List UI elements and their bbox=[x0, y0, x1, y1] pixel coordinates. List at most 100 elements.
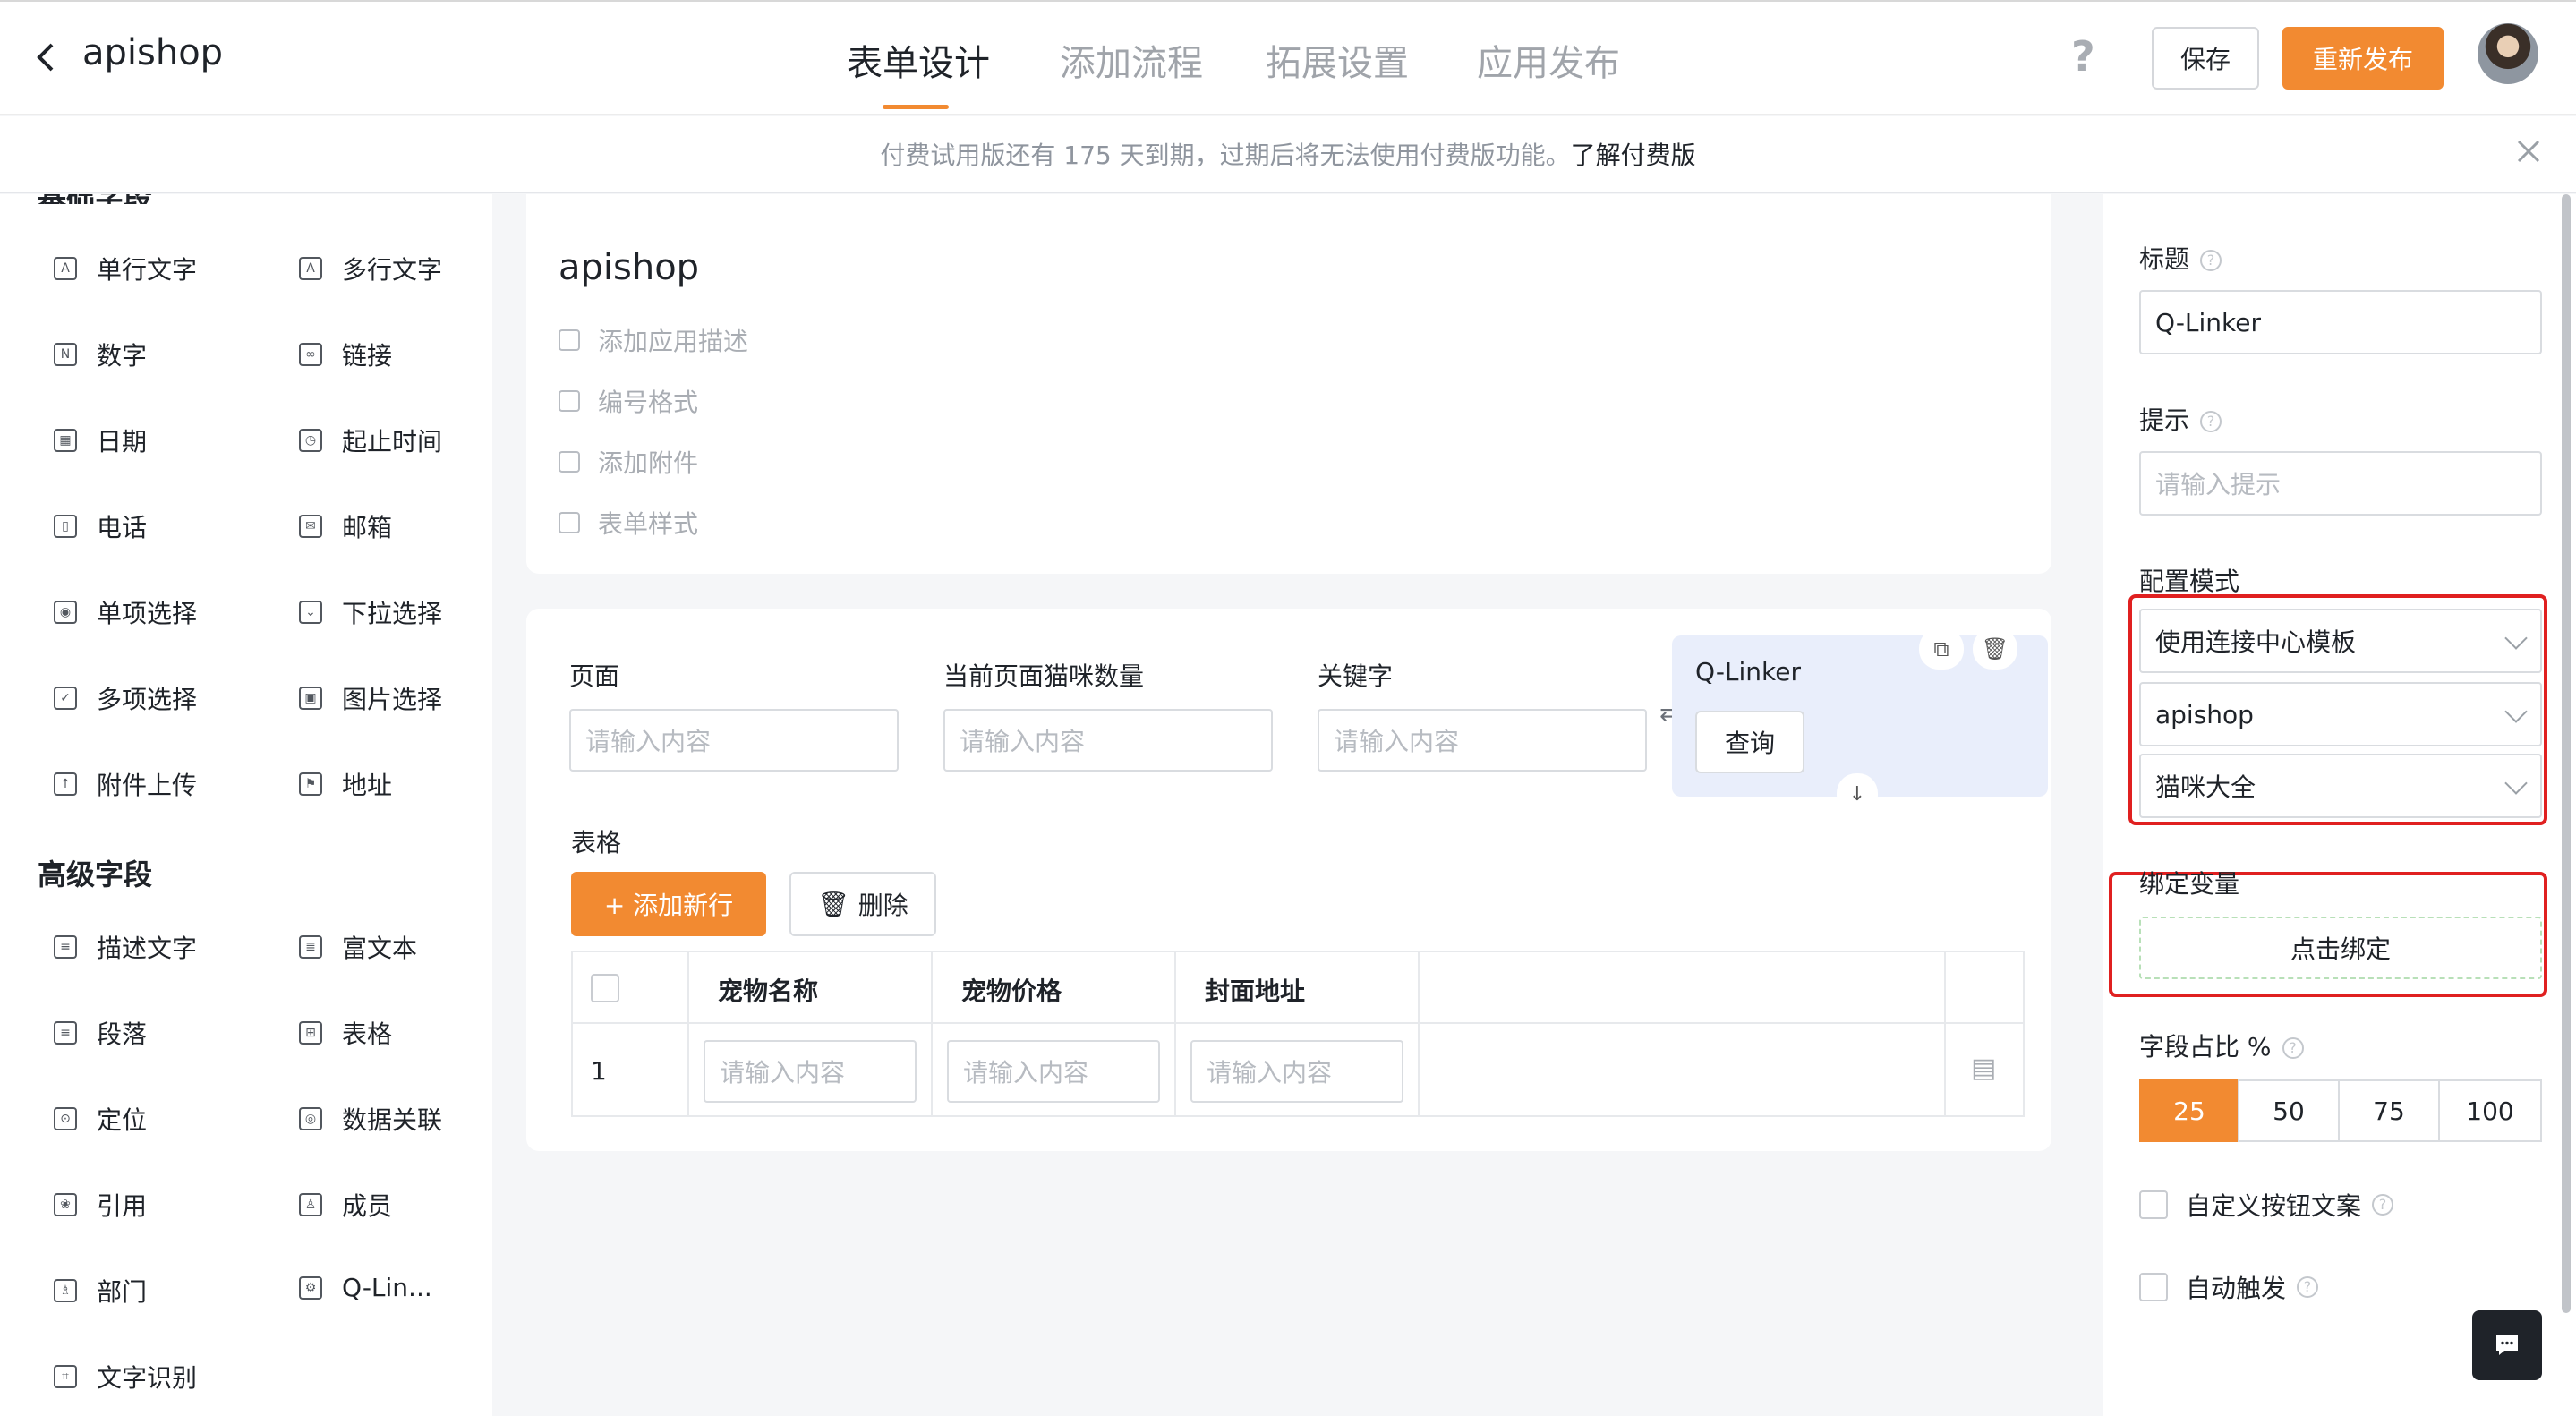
component-label: 富文本 bbox=[342, 934, 418, 963]
copy-icon[interactable]: ⧉ bbox=[1919, 628, 1964, 670]
chat-button[interactable] bbox=[2472, 1310, 2542, 1380]
arrow-down-icon[interactable]: ↓ bbox=[1837, 773, 1878, 815]
component-icon: ≡ bbox=[54, 935, 77, 959]
add-attachment-link[interactable]: 添加附件 bbox=[559, 444, 698, 480]
select-value: apishop bbox=[2155, 699, 2254, 729]
help-circle-icon[interactable]: ? bbox=[2200, 411, 2222, 432]
component-item[interactable]: ▣ 图片选择 bbox=[299, 680, 442, 716]
tab-app-publish[interactable]: 应用发布 bbox=[1477, 34, 1620, 86]
hint-label-text: 提示 bbox=[2139, 405, 2190, 435]
component-item[interactable]: ⌗ 文字识别 bbox=[54, 1359, 197, 1395]
cover-url-cell-input[interactable]: 请输入内容 bbox=[1190, 1040, 1403, 1103]
scrollbar[interactable] bbox=[2562, 194, 2571, 1313]
component-label: 起止时间 bbox=[342, 427, 443, 456]
component-label: 单行文字 bbox=[97, 255, 198, 285]
avatar[interactable] bbox=[2478, 23, 2538, 84]
title-input[interactable]: Q-Linker bbox=[2139, 290, 2542, 354]
component-icon: ⌄ bbox=[299, 601, 322, 624]
help-circle-icon[interactable]: ? bbox=[2200, 250, 2222, 271]
ratio-option-75[interactable]: 75 bbox=[2338, 1079, 2440, 1142]
component-item[interactable]: ◎ 数据关联 bbox=[299, 1101, 442, 1137]
chevron-down-icon bbox=[2504, 700, 2528, 723]
custom-button-text-option[interactable]: 自定义按钮文案? bbox=[2139, 1187, 2394, 1223]
page-input[interactable]: 请输入内容 bbox=[569, 709, 899, 772]
component-item[interactable]: ⊙ 定位 bbox=[54, 1101, 147, 1137]
component-item[interactable]: ❀ 引用 bbox=[54, 1187, 147, 1223]
trash-icon[interactable]: 🗑 bbox=[1973, 628, 2017, 670]
number-format-link[interactable]: 编号格式 bbox=[559, 383, 698, 419]
delete-button[interactable]: 🗑 删除 bbox=[789, 872, 936, 936]
auto-trigger-checkbox[interactable] bbox=[2139, 1273, 2168, 1301]
component-item[interactable]: ♗ 部门 bbox=[54, 1273, 147, 1309]
component-item[interactable]: A 多行文字 bbox=[299, 251, 442, 286]
ratio-option-50[interactable]: 50 bbox=[2238, 1079, 2340, 1142]
component-icon: ▦ bbox=[54, 429, 77, 452]
help-circle-icon[interactable]: ? bbox=[2297, 1276, 2319, 1298]
help-circle-icon[interactable]: ? bbox=[2372, 1194, 2394, 1216]
hint-input[interactable]: 请输入提示 bbox=[2139, 451, 2542, 516]
component-item[interactable]: ⌄ 下拉选择 bbox=[299, 594, 442, 630]
save-button[interactable]: 保存 bbox=[2152, 27, 2259, 90]
component-item[interactable]: ≡ 段落 bbox=[54, 1015, 147, 1051]
pet-price-cell-input[interactable]: 请输入内容 bbox=[947, 1040, 1160, 1103]
component-item[interactable]: ⊞ 表格 bbox=[299, 1015, 392, 1051]
component-icon: ◷ bbox=[299, 429, 322, 452]
add-description-link[interactable]: 添加应用描述 bbox=[559, 322, 748, 358]
component-icon: ▣ bbox=[299, 687, 322, 710]
component-item[interactable]: ≡ 描述文字 bbox=[54, 929, 197, 965]
table-divider bbox=[573, 1022, 2023, 1024]
api-select[interactable]: 猫咪大全 bbox=[2139, 754, 2542, 818]
help-icon[interactable]: ? bbox=[2071, 36, 2102, 77]
form-style-link[interactable]: 表单样式 bbox=[559, 505, 698, 541]
component-item[interactable]: ♙ 成员 bbox=[299, 1187, 392, 1223]
help-circle-icon[interactable]: ? bbox=[2282, 1037, 2304, 1059]
component-panel bbox=[0, 194, 492, 1416]
chevron-down-icon bbox=[2504, 627, 2528, 650]
select-value: 猫咪大全 bbox=[2155, 772, 2256, 802]
field-ratio-label-text: 字段占比 % bbox=[2139, 1032, 2272, 1062]
component-label: 邮箱 bbox=[342, 513, 393, 542]
component-item[interactable]: ▦ 日期 bbox=[54, 422, 147, 458]
tab-extension-settings[interactable]: 拓展设置 bbox=[1266, 34, 1409, 86]
component-icon: A bbox=[54, 257, 77, 280]
table-divider bbox=[1174, 952, 1176, 1115]
connector-select[interactable]: apishop bbox=[2139, 682, 2542, 746]
auto-trigger-option[interactable]: 自动触发? bbox=[2139, 1269, 2319, 1305]
tab-form-design[interactable]: 表单设计 bbox=[847, 34, 990, 86]
component-label: 下拉选择 bbox=[342, 599, 443, 628]
component-item[interactable]: ≣ 富文本 bbox=[299, 929, 417, 965]
component-item[interactable]: ⚙ Q-Lin... bbox=[299, 1273, 432, 1302]
component-item[interactable]: N 数字 bbox=[54, 337, 147, 372]
component-label: 表格 bbox=[342, 1019, 393, 1049]
component-item[interactable]: ⚑ 地址 bbox=[299, 766, 392, 802]
keyword-input[interactable]: 请输入内容 bbox=[1318, 709, 1647, 772]
component-item[interactable]: ↑ 附件上传 bbox=[54, 766, 197, 802]
component-item[interactable]: ✓ 多项选择 bbox=[54, 680, 197, 716]
component-item[interactable]: ∞ 链接 bbox=[299, 337, 392, 372]
table-divider bbox=[687, 952, 689, 1115]
template-select[interactable]: 使用连接中心模板 bbox=[2139, 609, 2542, 673]
tab-add-flow[interactable]: 添加流程 bbox=[1060, 34, 1203, 86]
ratio-option-25[interactable]: 25 bbox=[2139, 1079, 2239, 1142]
cat-count-input[interactable]: 请输入内容 bbox=[943, 709, 1273, 772]
custom-button-text-checkbox[interactable] bbox=[2139, 1190, 2168, 1219]
learn-paid-link[interactable]: 了解付费版 bbox=[1571, 141, 1696, 170]
back-arrow-icon[interactable] bbox=[32, 39, 59, 75]
close-icon[interactable] bbox=[2512, 134, 2546, 168]
add-row-button[interactable]: + 添加新行 bbox=[571, 872, 766, 936]
select-all-checkbox[interactable] bbox=[591, 974, 619, 1002]
row-detail-icon[interactable]: ▤ bbox=[1971, 1053, 1996, 1084]
republish-button[interactable]: 重新发布 bbox=[2282, 27, 2444, 90]
form-title[interactable]: apishop bbox=[559, 247, 699, 288]
component-item[interactable]: ◷ 起止时间 bbox=[299, 422, 442, 458]
bind-variable-button[interactable]: 点击绑定 bbox=[2139, 917, 2542, 979]
component-label: 地址 bbox=[342, 771, 393, 800]
query-button[interactable]: 查询 bbox=[1695, 711, 1804, 773]
component-item[interactable]: ◉ 单项选择 bbox=[54, 594, 197, 630]
ratio-option-100[interactable]: 100 bbox=[2438, 1079, 2542, 1142]
component-icon: ✓ bbox=[54, 687, 77, 710]
component-item[interactable]: ▯ 电话 bbox=[54, 508, 147, 544]
component-item[interactable]: A 单行文字 bbox=[54, 251, 197, 286]
component-item[interactable]: ✉ 邮箱 bbox=[299, 508, 392, 544]
pet-name-cell-input[interactable]: 请输入内容 bbox=[704, 1040, 917, 1103]
